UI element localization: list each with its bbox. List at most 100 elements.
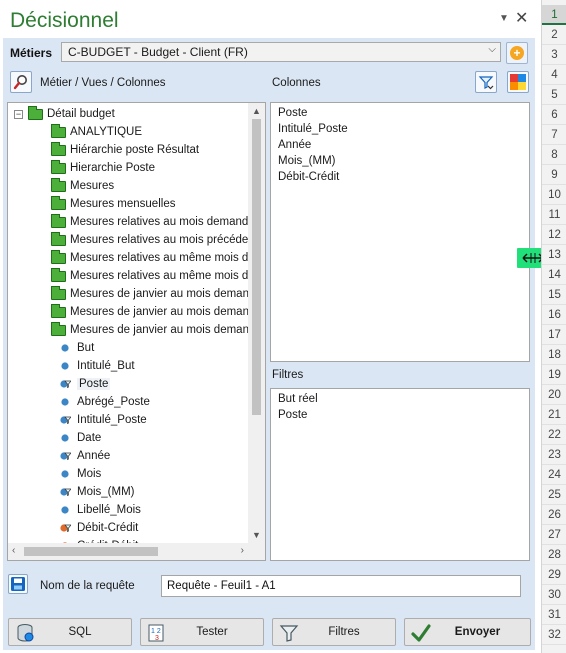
row-header[interactable]: 25 xyxy=(542,485,566,505)
tree-item[interactable]: Mesures relatives au mois demandé xyxy=(51,213,248,231)
tree-root-label: Détail budget xyxy=(47,108,115,120)
chevron-down-icon[interactable]: ▼ xyxy=(499,13,509,24)
row-header[interactable]: 28 xyxy=(542,545,566,565)
row-header[interactable]: 11 xyxy=(542,205,566,225)
tree-item[interactable]: Mesures de janvier au mois demandé xyxy=(51,285,248,303)
tree-item[interactable]: Intitulé_Poste xyxy=(51,411,147,429)
tree-item[interactable]: Mois_(MM) xyxy=(51,483,135,501)
row-header[interactable]: 12 xyxy=(542,225,566,245)
filter-item[interactable]: Poste xyxy=(278,409,529,425)
tree-item[interactable]: Libellé_Mois xyxy=(51,501,141,519)
save-button[interactable] xyxy=(8,574,28,594)
folder-icon xyxy=(51,285,66,300)
field-icon xyxy=(61,362,69,370)
tree-item[interactable]: But xyxy=(51,339,94,357)
search-button[interactable] xyxy=(10,71,32,93)
row-header[interactable]: 6 xyxy=(542,105,566,125)
tree-vertical-scroll-thumb[interactable] xyxy=(252,119,261,415)
row-header[interactable]: 19 xyxy=(542,365,566,385)
row-header[interactable]: 8 xyxy=(542,145,566,165)
filter-button[interactable] xyxy=(475,71,497,93)
add-metier-button[interactable]: + xyxy=(506,42,528,64)
tree-item[interactable]: Hiérarchie poste Résultat xyxy=(51,141,199,159)
sql-button[interactable]: SQL xyxy=(8,618,132,646)
scroll-left-icon[interactable]: ‹ xyxy=(12,545,15,556)
row-header[interactable]: 24 xyxy=(542,465,566,485)
tree-item[interactable]: Année xyxy=(51,447,110,465)
column-item[interactable]: Débit-Crédit xyxy=(278,171,529,187)
scroll-right-icon[interactable]: › xyxy=(241,545,244,556)
tree-item[interactable]: Poste xyxy=(51,375,111,393)
row-header[interactable]: 27 xyxy=(542,525,566,545)
column-item[interactable]: Poste xyxy=(278,107,529,123)
row-header[interactable]: 26 xyxy=(542,505,566,525)
field-icon xyxy=(61,398,69,406)
tree-item[interactable]: Date xyxy=(51,429,101,447)
filters-list[interactable]: But réel Poste xyxy=(270,388,530,561)
row-header[interactable]: 17 xyxy=(542,325,566,345)
row-header[interactable]: 3 xyxy=(542,45,566,65)
scroll-down-icon[interactable]: ▼ xyxy=(252,530,261,540)
row-header[interactable]: 31 xyxy=(542,605,566,625)
tree-horizontal-scrollbar[interactable]: ‹ › xyxy=(8,543,248,560)
tree-item[interactable]: Mesures mensuelles xyxy=(51,195,175,213)
tree-item[interactable]: Mois xyxy=(51,465,101,483)
tree-item[interactable]: Hierarchie Poste xyxy=(51,159,155,177)
tree-vertical-scrollbar[interactable]: ▲ ▼ xyxy=(248,103,265,543)
scroll-up-icon[interactable]: ▲ xyxy=(252,106,261,116)
column-item[interactable]: Mois_(MM) xyxy=(278,155,529,171)
field-icon xyxy=(61,506,69,514)
row-header[interactable]: 20 xyxy=(542,385,566,405)
row-header[interactable]: 16 xyxy=(542,305,566,325)
pane-body: Métiers C-BUDGET - Budget - Client (FR) … xyxy=(3,38,535,650)
folder-icon xyxy=(51,177,66,192)
tree-item[interactable]: Mesures relatives au même mois de xyxy=(51,249,248,267)
folder-icon xyxy=(51,141,66,156)
column-item[interactable]: Année xyxy=(278,139,529,155)
row-header[interactable]: 14 xyxy=(542,265,566,285)
columns-list[interactable]: Poste Intitulé_Poste Année Mois_(MM) Débit-C… xyxy=(270,102,530,362)
puzzle-button[interactable] xyxy=(507,71,529,93)
tree-item[interactable]: Mesures relatives au même mois de xyxy=(51,267,248,285)
tree-view[interactable]: − Détail budget ANALYTIQUE Hiérarchie pos… xyxy=(7,102,266,561)
row-header[interactable]: 15 xyxy=(542,285,566,305)
tree-item[interactable]: Mesures de janvier au mois demandé xyxy=(51,303,248,321)
row-header[interactable]: 10 xyxy=(542,185,566,205)
tree-item[interactable]: Abrégé_Poste xyxy=(51,393,150,411)
tree-item[interactable]: Débit-Crédit xyxy=(51,519,138,537)
tree-item[interactable]: Intitulé_But xyxy=(51,357,135,375)
row-header[interactable]: 13 xyxy=(542,245,566,265)
filtered-field-icon xyxy=(60,416,71,425)
row-header[interactable]: 9 xyxy=(542,165,566,185)
collapse-icon[interactable]: − xyxy=(14,109,23,119)
tester-button[interactable]: 1 2 3 Tester xyxy=(140,618,264,646)
metiers-dropdown[interactable]: C-BUDGET - Budget - Client (FR) ⌵ xyxy=(61,42,501,62)
row-header[interactable]: 2 xyxy=(542,25,566,45)
tree-item-label: Mesures mensuelles xyxy=(70,198,176,210)
row-header[interactable]: 21 xyxy=(542,405,566,425)
tree-horizontal-scroll-thumb[interactable] xyxy=(24,547,158,556)
row-header[interactable]: 1 xyxy=(542,5,566,25)
tree-root-detail-budget[interactable]: − Détail budget xyxy=(14,105,115,123)
row-header[interactable]: 18 xyxy=(542,345,566,365)
row-header[interactable]: 4 xyxy=(542,65,566,85)
request-name-input[interactable] xyxy=(161,575,521,597)
tree-item[interactable]: Mesures relatives au mois précédent xyxy=(51,231,248,249)
tree-item[interactable]: Mesures xyxy=(51,177,114,195)
metiers-selected-value: C-BUDGET - Budget - Client (FR) xyxy=(68,45,248,59)
row-header[interactable]: 5 xyxy=(542,85,566,105)
close-icon[interactable]: ✕ xyxy=(515,8,528,28)
filtres-button[interactable]: Filtres xyxy=(272,618,396,646)
row-header[interactable]: 22 xyxy=(542,425,566,445)
row-header[interactable]: 23 xyxy=(542,445,566,465)
row-header[interactable]: 29 xyxy=(542,565,566,585)
tree-item[interactable]: ANALYTIQUE xyxy=(51,123,142,141)
folder-icon xyxy=(51,267,66,282)
row-header[interactable]: 30 xyxy=(542,585,566,605)
envoyer-button[interactable]: Envoyer xyxy=(404,618,531,646)
column-item[interactable]: Intitulé_Poste xyxy=(278,123,529,139)
filter-item[interactable]: But réel xyxy=(278,393,529,409)
row-header[interactable]: 7 xyxy=(542,125,566,145)
tree-item[interactable]: Mesures de janvier au mois demandé xyxy=(51,321,248,339)
row-header[interactable]: 32 xyxy=(542,625,566,645)
